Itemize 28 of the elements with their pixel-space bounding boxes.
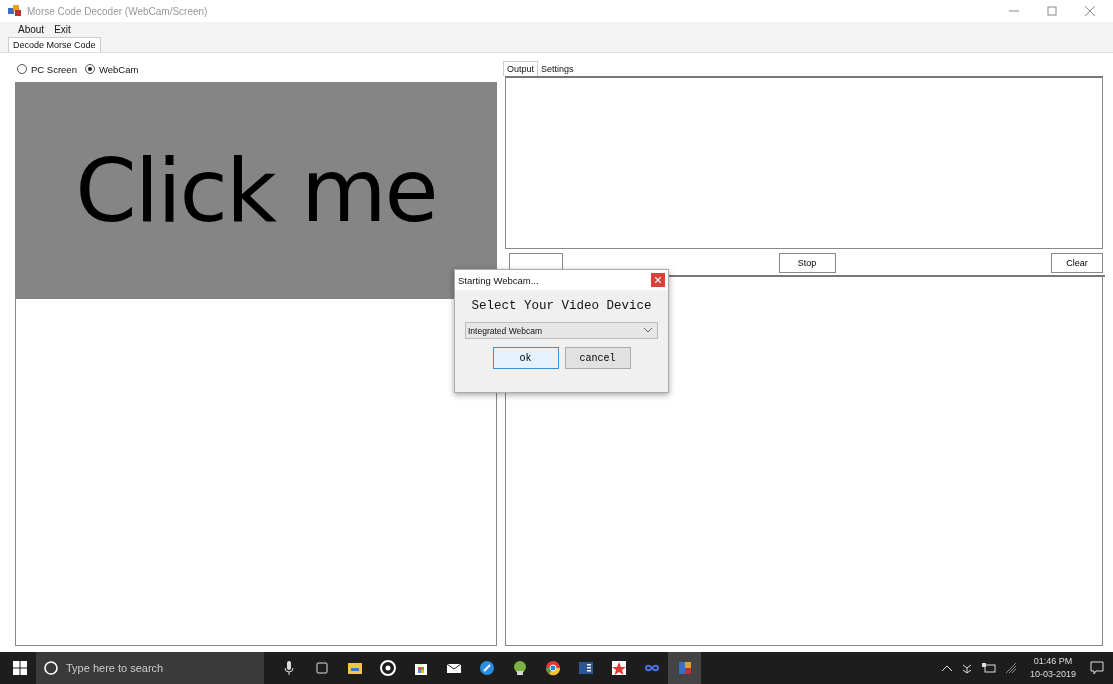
cancel-button[interactable]: cancel [564, 347, 631, 369]
battery-icon[interactable] [981, 663, 996, 673]
tab[interactable]: Settings [538, 62, 577, 76]
close-button[interactable] [651, 273, 665, 287]
window-title: Morse Code Decoder (WebCam/Screen) [27, 5, 208, 17]
device-dropdown[interactable]: Integrated Webcam [465, 322, 658, 339]
chevron-up-icon[interactable] [941, 665, 952, 671]
app-icon [8, 5, 22, 17]
menu-item[interactable]: Exit [54, 24, 71, 35]
close-icon[interactable] [1085, 6, 1095, 16]
output-textbox[interactable] [505, 76, 1103, 249]
stop-button[interactable]: Stop [778, 253, 836, 273]
ok-button[interactable]: ok [492, 347, 559, 369]
clock[interactable]: 01:46 PM 10-03-2019 [1029, 655, 1076, 681]
app-icon[interactable] [668, 652, 701, 684]
dialog-heading: Select Your Video Device [471, 298, 652, 314]
clear-button[interactable]: Clear [1051, 253, 1103, 273]
windows-logo-icon[interactable] [13, 661, 27, 675]
notification-icon[interactable] [1090, 661, 1104, 675]
menu-item[interactable]: About [18, 24, 45, 35]
tab[interactable]: Output [503, 61, 539, 76]
search-field[interactable]: Type here to search [36, 652, 264, 684]
caret-icon [644, 328, 652, 333]
radio-label[interactable]: PC Screen [31, 63, 77, 75]
radio-label[interactable]: WebCam [98, 63, 139, 75]
circle-icon [44, 661, 58, 675]
tab[interactable]: Decode Morse Code [8, 37, 101, 52]
preview-text: Click me [75, 139, 437, 242]
